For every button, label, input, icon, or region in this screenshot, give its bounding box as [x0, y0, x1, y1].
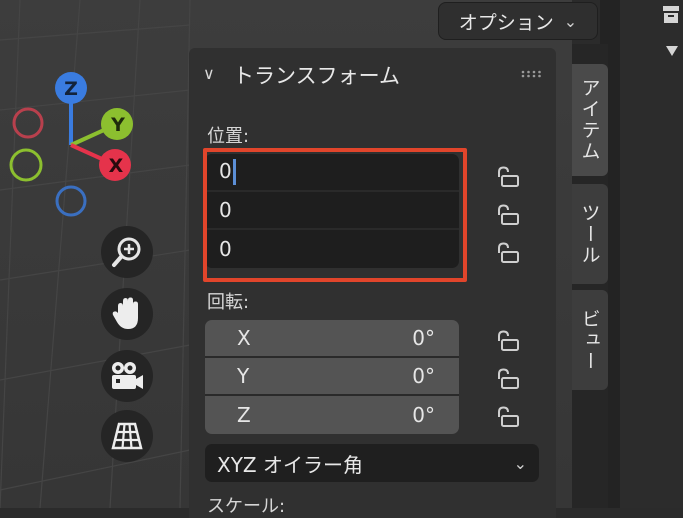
lock-rotation-x-icon[interactable]	[493, 330, 523, 352]
drag-grip-icon[interactable]	[521, 70, 543, 78]
pan-button[interactable]	[101, 288, 153, 340]
rotation-x-field[interactable]: X 0°	[205, 320, 459, 358]
rotation-z-field[interactable]: Z 0°	[205, 396, 459, 434]
rotation-fields: X 0° Y 0° Z 0°	[205, 320, 459, 434]
lock-rotation-y-icon[interactable]	[493, 368, 523, 390]
panel-header[interactable]: ∨ トランスフォーム	[189, 48, 556, 100]
highlight-box	[203, 148, 467, 282]
lock-location-x-icon[interactable]	[493, 166, 523, 188]
perspective-toggle-button[interactable]	[101, 410, 153, 462]
lock-location-y-icon[interactable]	[493, 204, 523, 226]
tab-tool[interactable]: ツール	[572, 184, 608, 284]
rotation-y-value: 0°	[412, 364, 435, 388]
disclosure-triangle-icon[interactable]	[666, 46, 678, 56]
lock-rotation-z-icon[interactable]	[493, 406, 523, 428]
rotation-z-value: 0°	[412, 403, 435, 427]
camera-icon	[112, 362, 143, 389]
location-label: 位置:	[207, 126, 250, 147]
navigation-gizmo[interactable]: Z Y X	[0, 60, 160, 230]
chevron-down-icon[interactable]: ∨	[203, 64, 215, 83]
options-label: オプション	[458, 11, 554, 34]
tab-item[interactable]: アイテム	[572, 64, 608, 176]
chevron-down-icon: ⌄	[563, 11, 578, 31]
outliner-area	[600, 0, 683, 508]
gizmo-y-label: Y	[110, 114, 125, 136]
gizmo-z-label: Z	[64, 78, 78, 100]
rotation-z-axis: Z	[237, 403, 251, 427]
grid-perspective-icon	[111, 422, 143, 450]
scale-label: スケール:	[207, 496, 286, 517]
gizmo-x-label: X	[109, 155, 124, 177]
rotation-x-value: 0°	[412, 326, 435, 350]
rotation-y-axis: Y	[237, 364, 250, 388]
camera-view-button[interactable]	[101, 350, 153, 402]
chevron-down-icon: ⌄	[513, 453, 527, 473]
hand-icon	[112, 297, 138, 329]
sidebar-tabs: アイテム ツール ビュー	[572, 44, 608, 508]
options-dropdown[interactable]: オプション ⌄	[438, 2, 598, 40]
archive-icon[interactable]	[662, 4, 680, 24]
rotation-mode-select[interactable]: XYZ オイラー角 ⌄	[205, 444, 539, 482]
outliner-background	[620, 0, 683, 508]
zoom-icon	[112, 237, 141, 267]
rotation-mode-value: XYZ オイラー角	[217, 452, 363, 477]
lock-location-z-icon[interactable]	[493, 242, 523, 264]
transform-panel: ∨ トランスフォーム 位置: 0 0 0 回転: X 0° Y 0° Z 0° …	[189, 48, 556, 518]
rotation-label: 回転:	[207, 292, 250, 313]
panel-title: トランスフォーム	[233, 64, 400, 88]
zoom-button[interactable]	[101, 226, 153, 278]
rotation-x-axis: X	[237, 326, 251, 350]
rotation-y-field[interactable]: Y 0°	[205, 358, 459, 396]
tab-view[interactable]: ビュー	[572, 290, 608, 390]
